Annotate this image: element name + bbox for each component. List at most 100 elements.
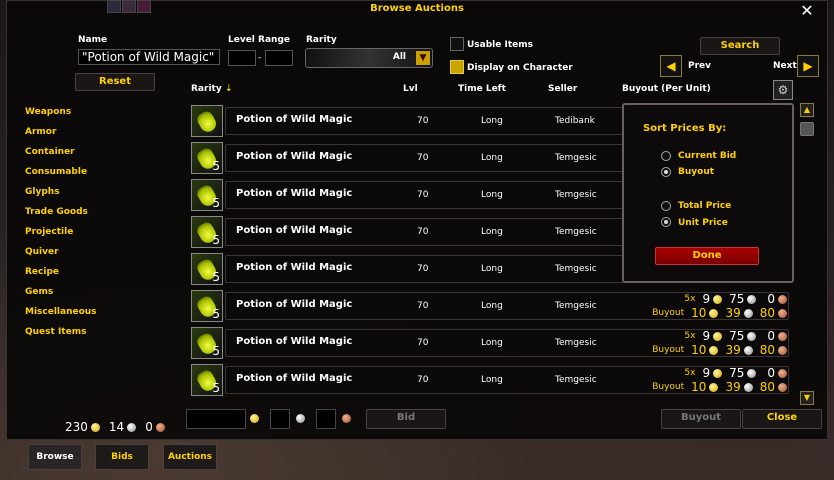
- auction-row[interactable]: 5 Potion of Wild Magic 70 Long Temgesic …: [191, 290, 791, 324]
- column-rarity[interactable]: Rarity ⇣: [191, 84, 232, 94]
- prev-page-button[interactable]: ◀: [660, 55, 682, 77]
- gold-coin-icon: [713, 331, 723, 341]
- level-min-input[interactable]: [228, 50, 256, 66]
- tab-browse[interactable]: Browse: [28, 444, 82, 470]
- tab-auctions[interactable]: Auctions: [163, 444, 217, 470]
- sort-arrow-icon: ⇣: [224, 84, 233, 94]
- bid-price: 5x 9 75 0: [684, 292, 787, 306]
- column-time-left[interactable]: Time Left: [458, 84, 506, 94]
- scrollbar-thumb[interactable]: [800, 122, 814, 136]
- potion-glyph: [195, 109, 219, 135]
- copper-coin-icon: [342, 414, 351, 423]
- level-max-input[interactable]: [265, 50, 293, 66]
- buyout-gold: 10: [691, 306, 707, 320]
- chevron-down-icon[interactable]: ▼: [416, 51, 430, 65]
- bid-copper-input[interactable]: [316, 409, 336, 429]
- total-price-radio[interactable]: [661, 201, 671, 211]
- potion-icon[interactable]: 5: [191, 216, 223, 248]
- rarity-label: Rarity: [306, 35, 337, 45]
- buyout-copper: 80: [759, 306, 775, 320]
- bid-button[interactable]: Bid: [366, 409, 446, 429]
- auction-row[interactable]: 5 Potion of Wild Magic 70 Long Temgesic …: [191, 327, 791, 361]
- potion-icon[interactable]: 5: [191, 179, 223, 211]
- bid-gold: 9: [702, 292, 711, 306]
- tab-bids[interactable]: Bids: [95, 444, 149, 470]
- scroll-down-button[interactable]: ▼: [800, 391, 814, 405]
- bid-silver-input[interactable]: [270, 409, 290, 429]
- bid-gold: 9: [702, 366, 711, 380]
- potion-icon[interactable]: 5: [191, 142, 223, 174]
- reset-button[interactable]: Reset: [75, 73, 155, 91]
- bid-copper: 0: [767, 329, 775, 343]
- column-seller[interactable]: Seller: [548, 84, 577, 94]
- category-item[interactable]: Consumable: [25, 167, 87, 177]
- total-price-label: Total Price: [678, 201, 732, 211]
- potion-icon[interactable]: 5: [191, 290, 223, 322]
- item-name: Potion of Wild Magic: [236, 336, 353, 347]
- buyout-silver: 39: [725, 306, 741, 320]
- current-bid-radio[interactable]: [661, 151, 671, 161]
- bid-gold-input[interactable]: [186, 409, 246, 429]
- category-item[interactable]: Trade Goods: [25, 207, 88, 217]
- buyout-radio[interactable]: [661, 167, 671, 177]
- arrow-right-icon: ▶: [803, 59, 813, 73]
- quantity-label: 5x: [684, 294, 696, 304]
- seller-name: Temgesic: [555, 264, 597, 274]
- buyout-copper: 80: [759, 380, 775, 394]
- unit-price-label: Unit Price: [678, 218, 728, 228]
- copper-coin-icon: [778, 345, 787, 355]
- name-label: Name: [78, 35, 108, 45]
- category-item[interactable]: Container: [25, 147, 75, 157]
- name-search-input[interactable]: "Potion of Wild Magic": [78, 49, 220, 65]
- close-button[interactable]: Close: [742, 409, 822, 429]
- sort-prices-popup: Sort Prices By: Current Bid Buyout Total…: [622, 103, 794, 283]
- display-on-character-checkbox[interactable]: [450, 60, 464, 74]
- bid-silver: 75: [729, 292, 745, 306]
- category-item[interactable]: Projectile: [25, 227, 73, 237]
- buyout-silver: 39: [725, 380, 741, 394]
- bid-copper: 0: [767, 366, 775, 380]
- buyout-radio-label: Buyout: [678, 167, 715, 177]
- rarity-value: All: [392, 52, 406, 62]
- seller-name: Temgesic: [555, 190, 597, 200]
- copper-coin-icon: [155, 422, 165, 432]
- item-level: 70: [417, 227, 429, 237]
- stack-count: 5: [212, 270, 220, 284]
- category-item[interactable]: Quest Items: [25, 327, 86, 337]
- scroll-up-button[interactable]: ▲: [800, 103, 814, 117]
- bid-silver: 75: [729, 366, 745, 380]
- copper-coin-icon: [778, 368, 787, 378]
- potion-icon[interactable]: 5: [191, 364, 223, 396]
- current-bid-label: Current Bid: [678, 151, 737, 161]
- time-left: Long: [481, 190, 503, 200]
- rarity-dropdown[interactable]: All ▼: [305, 48, 433, 68]
- stack-count: 5: [212, 344, 220, 358]
- category-item[interactable]: Glyphs: [25, 187, 60, 197]
- unit-price-radio[interactable]: [661, 217, 671, 227]
- potion-icon[interactable]: [191, 105, 223, 137]
- category-item[interactable]: Gems: [25, 287, 53, 297]
- column-buyout[interactable]: Buyout (Per Unit): [622, 84, 711, 94]
- gear-icon[interactable]: ⚙: [773, 80, 793, 100]
- time-left: Long: [481, 375, 503, 385]
- next-page-button[interactable]: ▶: [797, 55, 819, 77]
- usable-items-checkbox[interactable]: [450, 37, 464, 51]
- seller-name: Temgesic: [555, 375, 597, 385]
- potion-icon[interactable]: 5: [191, 327, 223, 359]
- item-name: Potion of Wild Magic: [236, 225, 353, 236]
- category-item[interactable]: Miscellaneous: [25, 307, 97, 317]
- category-item[interactable]: Quiver: [25, 247, 59, 257]
- auction-row[interactable]: 5 Potion of Wild Magic 70 Long Temgesic …: [191, 364, 791, 398]
- category-item[interactable]: Weapons: [25, 107, 71, 117]
- buyout-price: Buyout 10 39 80: [652, 306, 787, 320]
- buyout-button[interactable]: Buyout: [661, 409, 741, 429]
- category-item[interactable]: Armor: [25, 127, 56, 137]
- close-icon[interactable]: ✕: [799, 3, 815, 19]
- done-button[interactable]: Done: [655, 247, 759, 265]
- column-lvl[interactable]: Lvl: [403, 84, 418, 94]
- category-item[interactable]: Recipe: [25, 267, 59, 277]
- item-level: 70: [417, 190, 429, 200]
- bid-price: 5x 9 75 0: [684, 366, 787, 380]
- search-button[interactable]: Search: [700, 37, 780, 55]
- potion-icon[interactable]: 5: [191, 253, 223, 285]
